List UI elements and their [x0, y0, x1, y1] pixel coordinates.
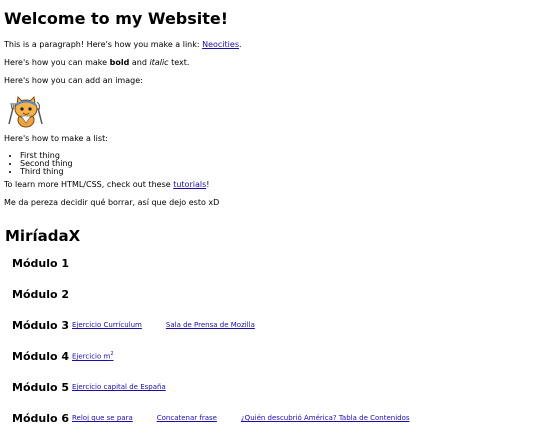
- module-row-4: Módulo 4 Ejercicio m2: [12, 347, 536, 365]
- module-links: Ejercicio m2: [72, 351, 114, 360]
- module-title: Módulo 2: [12, 287, 70, 301]
- module-title: Módulo 1: [12, 256, 70, 270]
- module-row-5: Módulo 5 Ejercicio capital de España: [12, 378, 536, 396]
- exercise-link-clock[interactable]: Reloj que se para: [72, 414, 133, 422]
- exercise-link-curriculum[interactable]: Ejercicio Currículum: [72, 321, 142, 329]
- paragraph-formatting: Here's how you can make bold and italic …: [4, 58, 536, 68]
- module-row-6: Módulo 6 Reloj que se para Concatenar fr…: [12, 409, 536, 427]
- module-row-1: Módulo 1: [12, 254, 536, 272]
- exercise-link-capital[interactable]: Ejercicio capital de España: [72, 383, 166, 391]
- exercise-link-mozilla-press[interactable]: Sala de Prensa de Mozilla: [166, 321, 255, 329]
- module-title: Módulo 3: [12, 318, 70, 332]
- paragraph-link-text: This is a paragraph! Here's how you make…: [4, 40, 203, 49]
- formatting-text-a: Here's how you can make: [4, 58, 110, 67]
- tutorials-end: !: [206, 180, 210, 189]
- tutorials-link[interactable]: tutorials: [173, 180, 206, 189]
- miriadax-heading: MiríadaX: [5, 227, 81, 245]
- paragraph-link: This is a paragraph! Here's how you make…: [4, 40, 536, 50]
- module-links: Ejercicio capital de España: [72, 383, 166, 391]
- list-item: Third thing: [20, 168, 536, 176]
- page-title: Welcome to my Website!: [4, 9, 229, 28]
- exercise-link-america[interactable]: ¿Quién descubrió América? Tabla de Conte…: [241, 414, 410, 422]
- paragraph-lazy: Me da pereza decidir qué borrar, así que…: [4, 198, 220, 207]
- module-row-3: Módulo 3 Ejercicio Currículum Sala de Pr…: [12, 316, 536, 334]
- module-links: Reloj que se para Concatenar frase ¿Quié…: [72, 414, 410, 422]
- neocities-link[interactable]: Neocities: [202, 40, 239, 49]
- bold-text: bold: [109, 58, 130, 67]
- formatting-text-b: and: [129, 58, 150, 67]
- exercise-link-m2-text: Ejercicio m: [72, 352, 111, 361]
- thing-list: First thing Second thing Third thing: [4, 152, 536, 176]
- exercise-link-m2[interactable]: Ejercicio m2: [72, 351, 114, 360]
- module-title: Módulo 4: [12, 349, 70, 363]
- formatting-text-c: text.: [168, 58, 190, 67]
- paragraph-list-intro: Here's how to make a list:: [4, 134, 108, 143]
- paragraph-tutorials: To learn more HTML/CSS, check out these …: [4, 180, 536, 190]
- page: Welcome to my Website! This is a paragra…: [0, 0, 540, 425]
- exercise-link-m2-sup: 2: [110, 351, 114, 358]
- module-row-2: Módulo 2: [12, 285, 536, 303]
- exercise-link-concat[interactable]: Concatenar frase: [157, 414, 217, 422]
- italic-text: italic: [149, 58, 169, 67]
- tutorials-text: To learn more HTML/CSS, check out these: [4, 180, 174, 189]
- list-item: Second thing: [20, 160, 536, 168]
- cat-image: [4, 94, 536, 130]
- paragraph-link-end: .: [239, 40, 242, 49]
- paragraph-image: Here's how you can add an image:: [4, 76, 143, 85]
- list-item: First thing: [20, 152, 536, 160]
- module-links: Ejercicio Currículum Sala de Prensa de M…: [72, 321, 255, 329]
- cat-mascot-icon: [8, 95, 43, 128]
- module-title: Módulo 5: [12, 380, 70, 394]
- module-title: Módulo 6: [12, 411, 70, 425]
